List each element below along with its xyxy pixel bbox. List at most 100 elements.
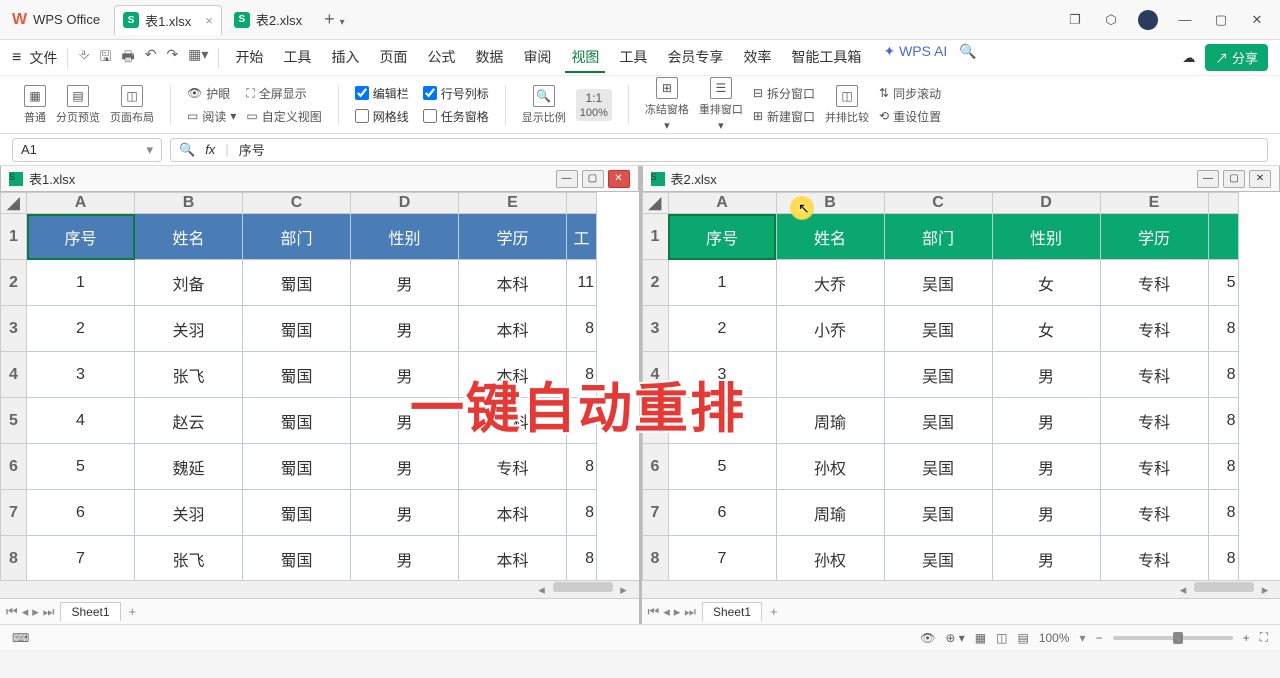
page-layout-button[interactable]: ◫页面布局 xyxy=(110,85,154,125)
editbar-checkbox[interactable]: 编辑栏 xyxy=(355,85,409,102)
cell[interactable]: 男 xyxy=(992,490,1100,536)
menu-review[interactable]: 审阅 xyxy=(517,43,557,73)
share-button[interactable]: ↗ 分享 xyxy=(1205,44,1268,71)
cell[interactable]: 蜀国 xyxy=(243,352,351,398)
cell-reference-box[interactable]: A1 ▾ xyxy=(12,138,162,162)
cell[interactable]: 8 xyxy=(567,352,597,398)
menu-efficiency[interactable]: 效率 xyxy=(737,43,777,73)
menu-start[interactable]: 开始 xyxy=(229,43,269,73)
menu-view[interactable]: 视图 xyxy=(565,43,605,73)
cell[interactable]: 男 xyxy=(992,398,1100,444)
row-header[interactable]: 3 xyxy=(642,306,668,352)
cell[interactable]: 8 xyxy=(567,490,597,536)
cell[interactable]: 3 xyxy=(27,352,135,398)
view-page-icon[interactable]: ◫ xyxy=(996,631,1007,645)
pane-close-icon[interactable]: ✕ xyxy=(608,170,630,188)
cell[interactable]: 吴国 xyxy=(884,352,992,398)
hamburger-icon[interactable]: ≡ xyxy=(12,49,21,67)
wps-ai-button[interactable]: ✦ WPS AI xyxy=(883,43,947,73)
cell[interactable]: 小乔 xyxy=(776,306,884,352)
sheet-nav-prev-icon[interactable]: ◂ xyxy=(22,604,29,620)
cell[interactable]: 吴国 xyxy=(884,536,992,581)
cell[interactable]: 8 xyxy=(567,306,597,352)
cell[interactable]: 1 xyxy=(27,260,135,306)
cell[interactable]: 女 xyxy=(992,306,1100,352)
chevron-down-icon[interactable]: ▾ xyxy=(146,142,153,158)
cell[interactable]: 吴国 xyxy=(884,306,992,352)
table-header-cell[interactable]: 学历 xyxy=(1100,214,1208,260)
cube-icon[interactable]: ⬡ xyxy=(1102,11,1120,29)
sheet-nav-next-icon[interactable]: ▸ xyxy=(32,604,39,620)
row-header[interactable]: 4 xyxy=(642,352,668,398)
row-header[interactable]: 8 xyxy=(1,536,27,581)
cell[interactable]: 周瑜 xyxy=(776,398,884,444)
search-icon[interactable]: 🔍 xyxy=(959,43,976,73)
clipboard-icon[interactable]: ▦▾ xyxy=(188,46,208,70)
table-header-cell[interactable]: 姓名 xyxy=(776,214,884,260)
table-header-cell[interactable]: 性别 xyxy=(351,214,459,260)
cell[interactable]: 1 xyxy=(668,260,776,306)
column-header[interactable]: C xyxy=(243,193,351,214)
column-header[interactable]: C xyxy=(884,193,992,214)
row-header[interactable]: 6 xyxy=(642,444,668,490)
cell[interactable]: 11 xyxy=(567,260,597,306)
pane-minimize-icon[interactable]: — xyxy=(556,170,578,188)
sheet-nav-first-icon[interactable]: ⏮ xyxy=(6,604,18,620)
cell[interactable]: 7 xyxy=(668,536,776,581)
cell[interactable]: 本科 xyxy=(459,352,567,398)
pane-close-icon[interactable]: ✕ xyxy=(1249,170,1271,188)
column-header[interactable]: A xyxy=(668,193,776,214)
cell[interactable]: 男 xyxy=(992,352,1100,398)
cell[interactable]: 男 xyxy=(992,536,1100,581)
menu-tools2[interactable]: 工具 xyxy=(613,43,653,73)
cell[interactable]: 男 xyxy=(351,490,459,536)
custom-view-button[interactable]: ▭自定义视图 xyxy=(246,108,321,125)
row-header[interactable]: 3 xyxy=(1,306,27,352)
menu-page[interactable]: 页面 xyxy=(373,43,413,73)
cell[interactable]: 专科 xyxy=(1100,260,1208,306)
eye-care-button[interactable]: 👁护眼 xyxy=(187,85,236,102)
cell[interactable]: 8 xyxy=(567,398,597,444)
split-window-button[interactable]: ⊟拆分窗口 xyxy=(753,85,815,102)
cell[interactable]: 关羽 xyxy=(135,490,243,536)
cell[interactable]: 张飞 xyxy=(135,352,243,398)
zoom-ratio-button[interactable]: 🔍显示比例 xyxy=(522,85,566,125)
cell[interactable]: 8 xyxy=(1208,536,1238,581)
cell[interactable]: 4 xyxy=(668,398,776,444)
cell[interactable] xyxy=(776,352,884,398)
cell[interactable]: 本科 xyxy=(459,536,567,581)
menu-data[interactable]: 数据 xyxy=(469,43,509,73)
cell[interactable]: 5 xyxy=(1208,260,1238,306)
cell[interactable]: 赵云 xyxy=(135,398,243,444)
column-header[interactable]: D xyxy=(992,193,1100,214)
cell[interactable]: 吴国 xyxy=(884,398,992,444)
normal-view-button[interactable]: ▦普通 xyxy=(24,85,46,125)
row-header[interactable]: 4 xyxy=(1,352,27,398)
cell[interactable]: 男 xyxy=(351,398,459,444)
pane-1-grid[interactable]: ◢ABCDE1序号姓名部门性别学历工21刘备蜀国男本科1132关羽蜀国男本科84… xyxy=(0,192,639,580)
sheet-nav-first-icon[interactable]: ⏮ xyxy=(648,604,660,620)
cell[interactable]: 8 xyxy=(1208,352,1238,398)
table-header-cell[interactable]: 部门 xyxy=(243,214,351,260)
row-header[interactable]: 6 xyxy=(1,444,27,490)
cell[interactable]: 蜀国 xyxy=(243,536,351,581)
cell[interactable]: 4 xyxy=(27,398,135,444)
read-mode-button[interactable]: ▭阅读 ▾ xyxy=(187,108,236,125)
cell[interactable]: 男 xyxy=(351,352,459,398)
zoom-out-button[interactable]: − xyxy=(1096,631,1103,645)
cell[interactable]: 专科 xyxy=(1100,398,1208,444)
zoom-value[interactable]: 100% xyxy=(1039,631,1070,645)
new-window-button[interactable]: ⊞新建窗口 xyxy=(753,108,815,125)
rowcol-checkbox[interactable]: 行号列标 xyxy=(423,85,489,102)
row-header[interactable]: 2 xyxy=(1,260,27,306)
cell[interactable]: 大乔 xyxy=(776,260,884,306)
cell[interactable]: 2 xyxy=(27,306,135,352)
cell[interactable]: 男 xyxy=(351,306,459,352)
zoom-in-button[interactable]: + xyxy=(1243,631,1250,645)
pane-maximize-icon[interactable]: ▢ xyxy=(1223,170,1245,188)
formula-input[interactable]: 🔍 fx | 序号 xyxy=(170,138,1268,162)
cell[interactable]: 8 xyxy=(1208,490,1238,536)
pane-maximize-icon[interactable]: ▢ xyxy=(582,170,604,188)
maximize-icon[interactable]: ▢ xyxy=(1212,11,1230,29)
cell[interactable]: 吴国 xyxy=(884,444,992,490)
